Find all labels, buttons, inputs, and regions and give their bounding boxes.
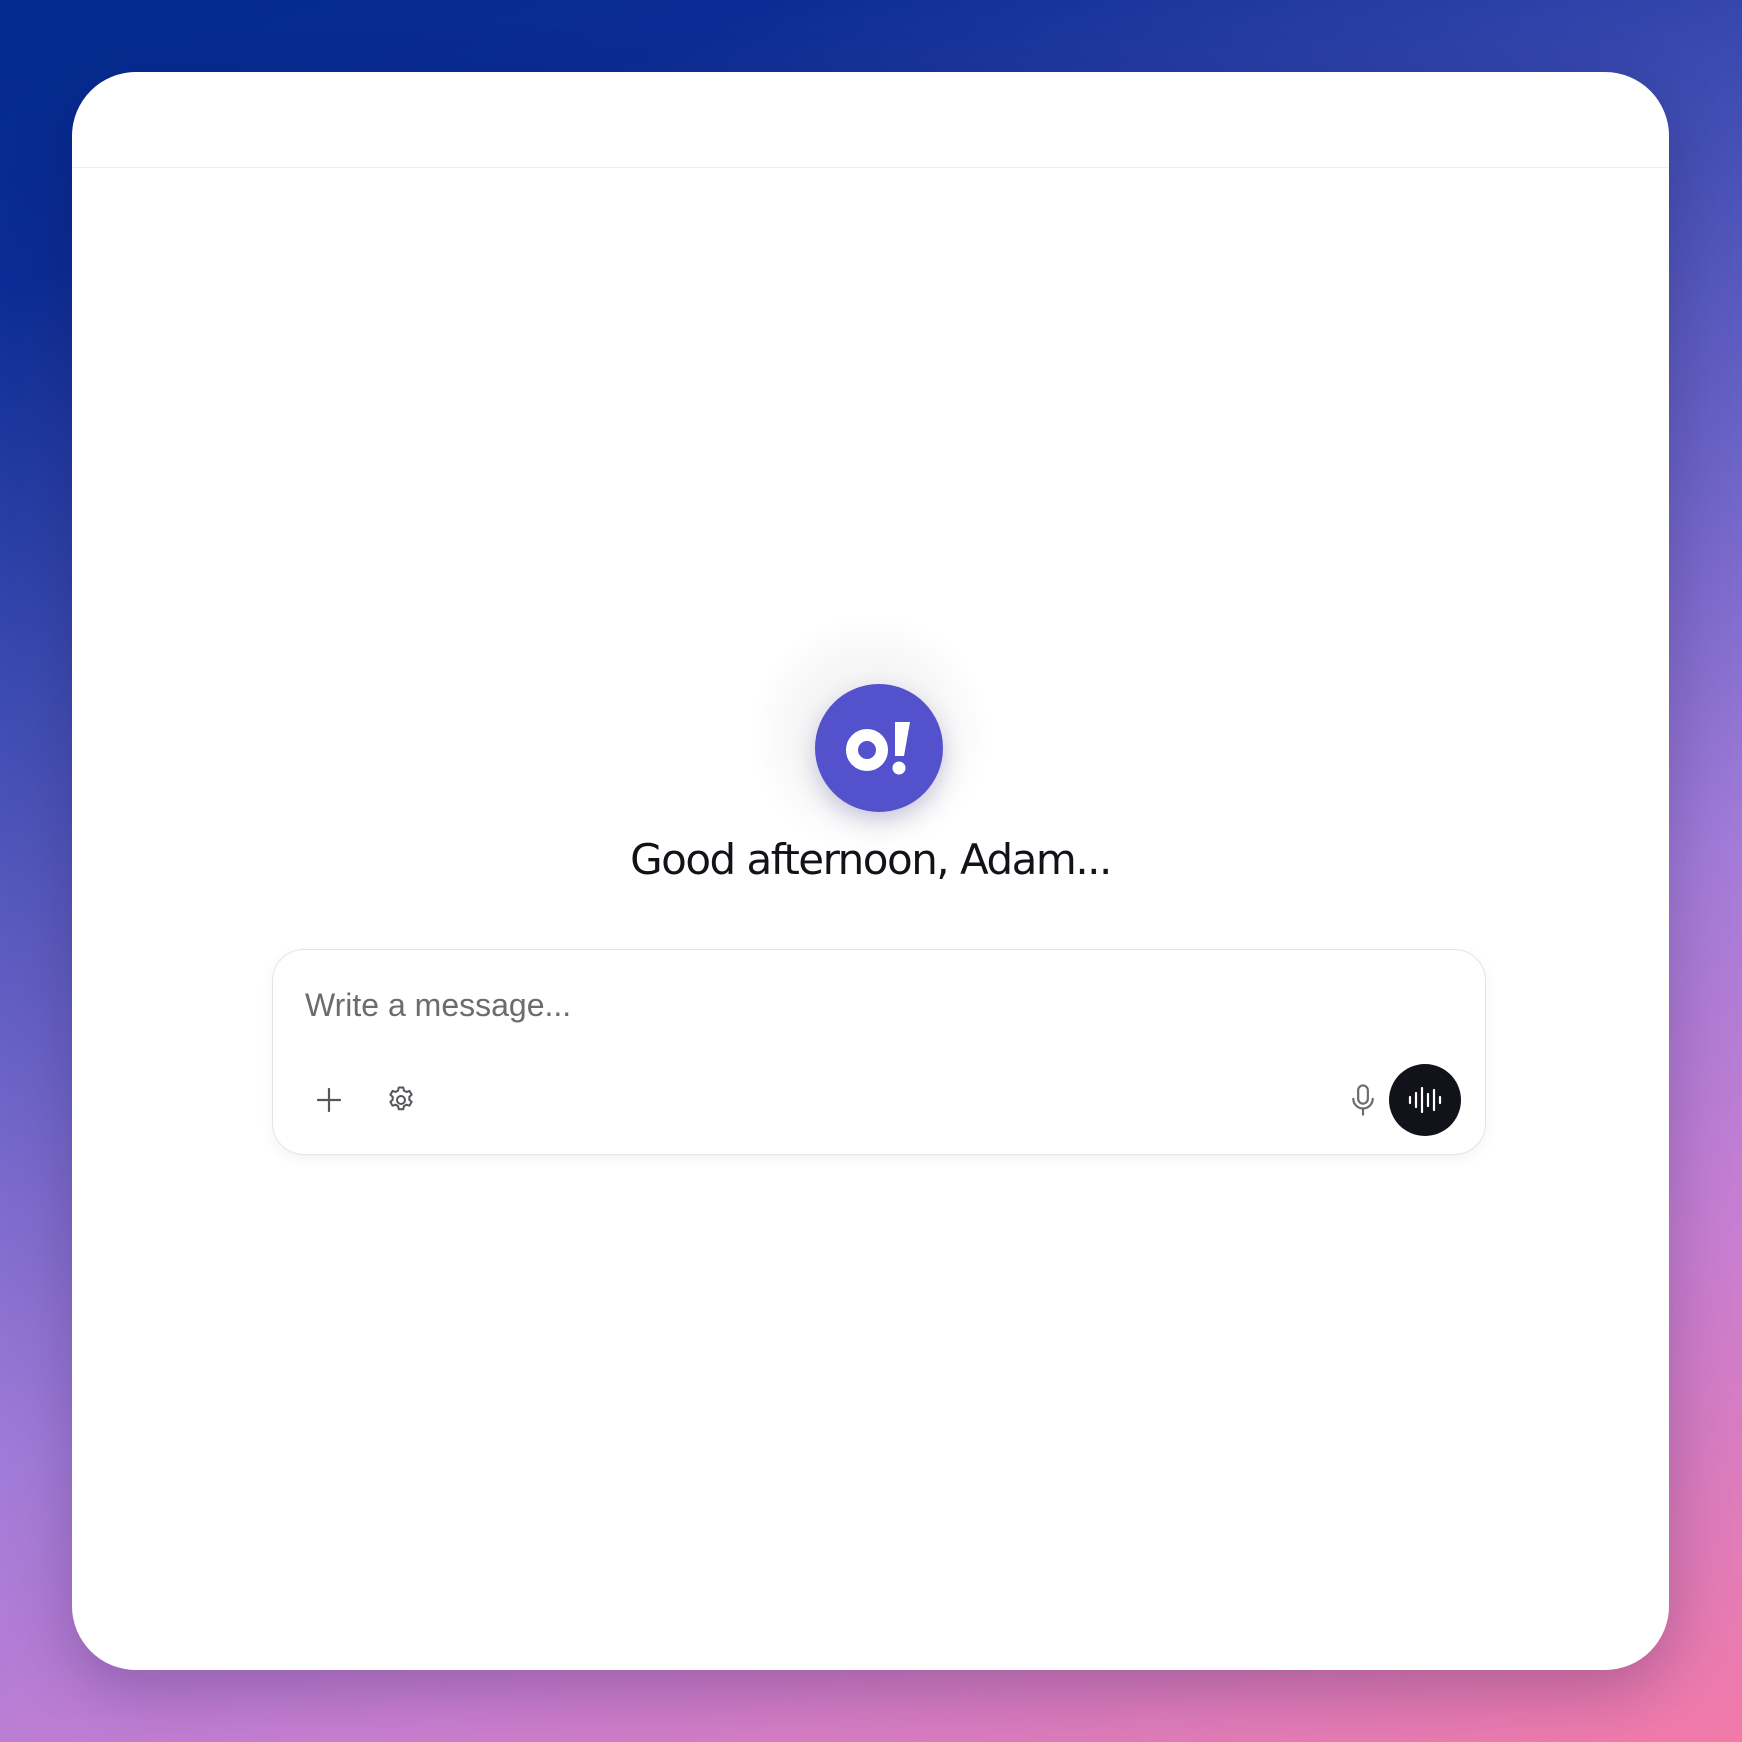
message-input[interactable] <box>305 980 1305 1030</box>
app-window: Good afternoon, Adam... <box>72 72 1669 1670</box>
title-bar <box>72 72 1669 168</box>
greeting-heading: Good afternoon, Adam... <box>630 835 1112 884</box>
settings-button[interactable] <box>373 1072 429 1128</box>
add-attachment-button[interactable] <box>301 1072 357 1128</box>
microphone-button[interactable] <box>1335 1072 1391 1128</box>
microphone-icon <box>1352 1084 1374 1116</box>
logo-mark-icon <box>846 722 910 775</box>
message-composer <box>272 949 1486 1155</box>
voice-mode-button[interactable] <box>1389 1064 1461 1136</box>
app-logo <box>815 684 943 812</box>
audio-waveform-icon <box>1408 1086 1442 1114</box>
gear-icon <box>389 1086 413 1111</box>
plus-icon <box>316 1087 342 1113</box>
